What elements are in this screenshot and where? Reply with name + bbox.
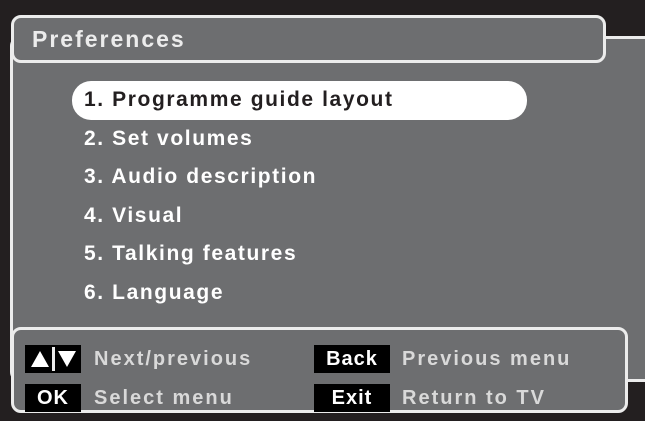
help-bar: Next/previous OK Select menu Back Previo… <box>11 327 628 413</box>
menu-item-programme-guide-layout[interactable]: 1. Programme guide layout <box>72 81 527 120</box>
menu-item-language[interactable]: 6. Language <box>72 274 527 313</box>
select-menu-label: Select menu <box>94 387 234 409</box>
up-arrow-icon <box>30 351 49 367</box>
menu-item-set-volumes[interactable]: 2. Set volumes <box>72 120 527 159</box>
title-bar: Preferences <box>11 15 606 63</box>
previous-menu-label: Previous menu <box>402 348 572 370</box>
key-divider <box>51 347 55 371</box>
menu-item-talking-features[interactable]: 5. Talking features <box>72 235 527 274</box>
next-previous-label: Next/previous <box>94 348 253 370</box>
down-arrow-icon <box>57 351 76 367</box>
menu-item-audio-description[interactable]: 3. Audio description <box>72 158 527 197</box>
menu-item-visual[interactable]: 4. Visual <box>72 197 527 236</box>
back-key: Back <box>314 345 390 373</box>
exit-key: Exit <box>314 384 390 412</box>
return-to-tv-label: Return to TV <box>402 387 546 409</box>
page-title: Preferences <box>32 26 186 52</box>
up-down-arrows-key <box>25 345 81 373</box>
preferences-screen: Preferences 1. Programme guide layout 2.… <box>0 0 645 421</box>
preferences-menu: 1. Programme guide layout 2. Set volumes… <box>72 81 527 312</box>
ok-key: OK <box>25 384 81 412</box>
